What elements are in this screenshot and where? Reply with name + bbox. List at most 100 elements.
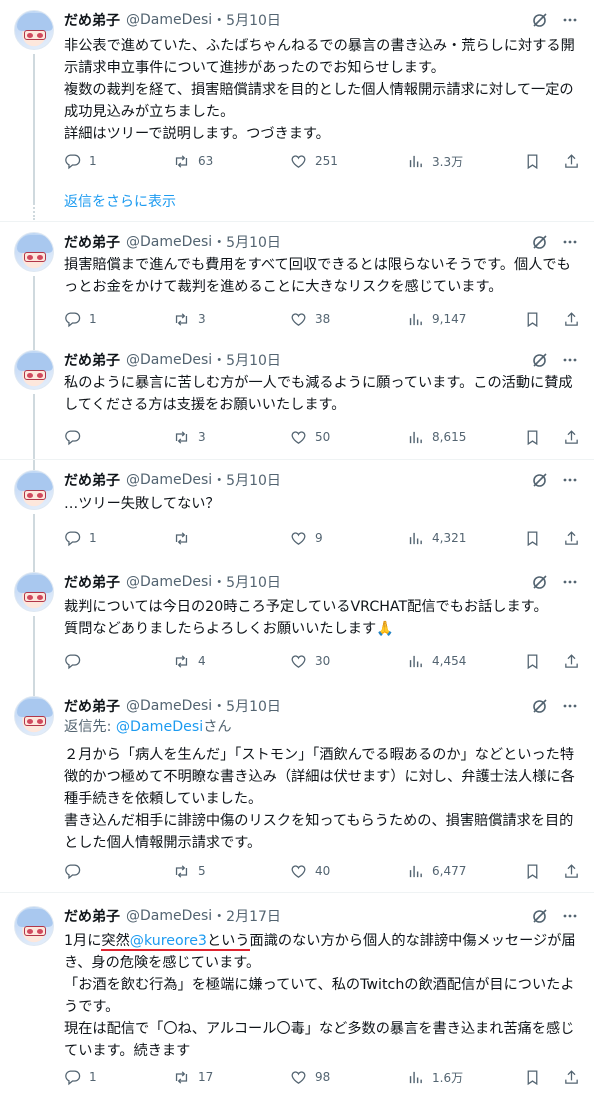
like-button[interactable]: 9 [290,530,407,547]
retweet-button[interactable]: 63 [173,153,290,170]
tweet[interactable]: だめ弟子 @DameDesi ・5月10日 返信先: @DameDesiさん ２… [0,688,594,888]
tweet-date[interactable]: ・5月10日 [212,10,281,30]
bookmark-icon[interactable] [524,530,541,547]
mention-link[interactable]: @kureore3 [129,933,207,951]
like-button[interactable]: 50 [290,429,407,446]
like-button[interactable]: 98 [290,1069,407,1086]
share-icon[interactable] [563,653,580,670]
retweet-button[interactable] [173,530,290,547]
reply-button[interactable]: 1 [64,311,173,328]
bookmark-icon[interactable] [524,153,541,170]
like-button[interactable]: 38 [290,311,407,328]
author-name[interactable]: だめ弟子 [64,696,120,716]
reply-button[interactable] [64,429,173,446]
view-count: 4,321 [432,531,467,545]
retweet-button[interactable]: 17 [173,1069,290,1086]
retweet-icon [175,531,188,545]
slash-circle-icon[interactable] [532,352,548,372]
retweet-count: 63 [198,154,214,168]
author-name[interactable]: だめ弟子 [64,350,120,370]
more-dots-icon[interactable] [562,234,578,254]
views-button[interactable]: 6,477 [407,863,524,880]
views-button[interactable]: 9,147 [407,311,524,328]
retweet-button[interactable]: 4 [173,653,290,670]
author-name[interactable]: だめ弟子 [64,906,120,926]
views-button[interactable]: 4,321 [407,530,524,547]
tweet[interactable]: だめ弟子 @DameDesi ・5月10日 裁判については今日の20時ころ予定し… [0,570,594,700]
tweet-date[interactable]: ・5月10日 [212,696,281,716]
tweet[interactable]: だめ弟子 @DameDesi ・5月10日 損害賠償まで進んでも費用をすべて回収… [0,222,594,358]
author-handle[interactable]: @DameDesi [126,352,212,368]
avatar[interactable] [14,350,54,390]
author-name[interactable]: だめ弟子 [64,232,120,252]
views-button[interactable]: 3.3万 [407,153,524,170]
views-button[interactable]: 4,454 [407,653,524,670]
thread-line [33,54,35,204]
more-dots-icon[interactable] [562,698,578,718]
author-name[interactable]: だめ弟子 [64,10,120,30]
avatar[interactable] [14,906,54,946]
tweet-date[interactable]: ・2月17日 [212,906,281,926]
views-chart-icon [409,655,422,667]
avatar[interactable] [14,572,54,612]
slash-circle-icon[interactable] [532,574,548,594]
tweet[interactable]: だめ弟子 @DameDesi ・5月10日 私のように暴言に苦しむ方が一人でも減… [0,342,594,476]
author-handle[interactable]: @DameDesi [126,472,212,488]
slash-circle-icon[interactable] [532,908,548,928]
tweet-date[interactable]: ・5月10日 [212,470,281,490]
share-icon[interactable] [563,311,580,328]
like-button[interactable]: 30 [290,653,407,670]
author-handle[interactable]: @DameDesi [126,908,212,924]
like-button[interactable]: 251 [290,153,407,170]
bookmark-icon[interactable] [524,653,541,670]
tweet[interactable]: だめ弟子 @DameDesi ・5月10日 非公表で進めていた、ふたばちゃんねる… [0,0,594,204]
tweet-date[interactable]: ・5月10日 [212,232,281,252]
show-more-replies-link[interactable]: 返信をさらに表示 [64,191,176,211]
reply-button[interactable] [64,863,173,880]
retweet-button[interactable]: 5 [173,863,290,880]
avatar[interactable] [14,696,54,736]
bookmark-icon[interactable] [524,863,541,880]
replying-to-mention[interactable]: @DameDesi [116,719,203,735]
tweet-text: 裁判については今日の20時ころ予定しているVRCHAT配信でもお話します。 質問… [64,599,548,637]
bookmark-icon[interactable] [524,1069,541,1086]
reply-button[interactable]: 1 [64,1069,173,1086]
reply-button[interactable]: 1 [64,530,173,547]
avatar[interactable] [14,470,54,510]
author-handle[interactable]: @DameDesi [126,698,212,714]
views-button[interactable]: 1.6万 [407,1069,524,1086]
more-dots-icon[interactable] [562,352,578,372]
more-dots-icon[interactable] [562,574,578,594]
slash-circle-icon[interactable] [532,234,548,254]
author-handle[interactable]: @DameDesi [126,234,212,250]
avatar[interactable] [14,10,54,50]
share-icon[interactable] [563,429,580,446]
more-dots-icon[interactable] [562,472,578,492]
views-button[interactable]: 8,615 [407,429,524,446]
share-icon[interactable] [563,863,580,880]
slash-circle-icon[interactable] [532,698,548,718]
author-name[interactable]: だめ弟子 [64,572,120,592]
tweet[interactable]: だめ弟子 @DameDesi ・5月10日 …ツリー失敗してない？ 1 9 4,… [0,462,594,574]
more-dots-icon[interactable] [562,908,578,928]
avatar[interactable] [14,232,54,272]
retweet-button[interactable]: 3 [173,311,290,328]
share-icon[interactable] [563,530,580,547]
tweet[interactable]: だめ弟子 @DameDesi ・2月17日 1月に突然@kureore3という面… [0,896,594,1096]
author-handle[interactable]: @DameDesi [126,574,212,590]
reply-button[interactable] [64,653,173,670]
author-name[interactable]: だめ弟子 [64,470,120,490]
author-handle[interactable]: @DameDesi [126,12,212,28]
like-button[interactable]: 40 [290,863,407,880]
share-icon[interactable] [563,153,580,170]
slash-circle-icon[interactable] [532,12,548,32]
tweet-date[interactable]: ・5月10日 [212,350,281,370]
reply-button[interactable]: 1 [64,153,173,170]
bookmark-icon[interactable] [524,429,541,446]
tweet-date[interactable]: ・5月10日 [212,572,281,592]
share-icon[interactable] [563,1069,580,1086]
bookmark-icon[interactable] [524,311,541,328]
retweet-button[interactable]: 3 [173,429,290,446]
slash-circle-icon[interactable] [532,472,548,492]
more-dots-icon[interactable] [562,12,578,32]
